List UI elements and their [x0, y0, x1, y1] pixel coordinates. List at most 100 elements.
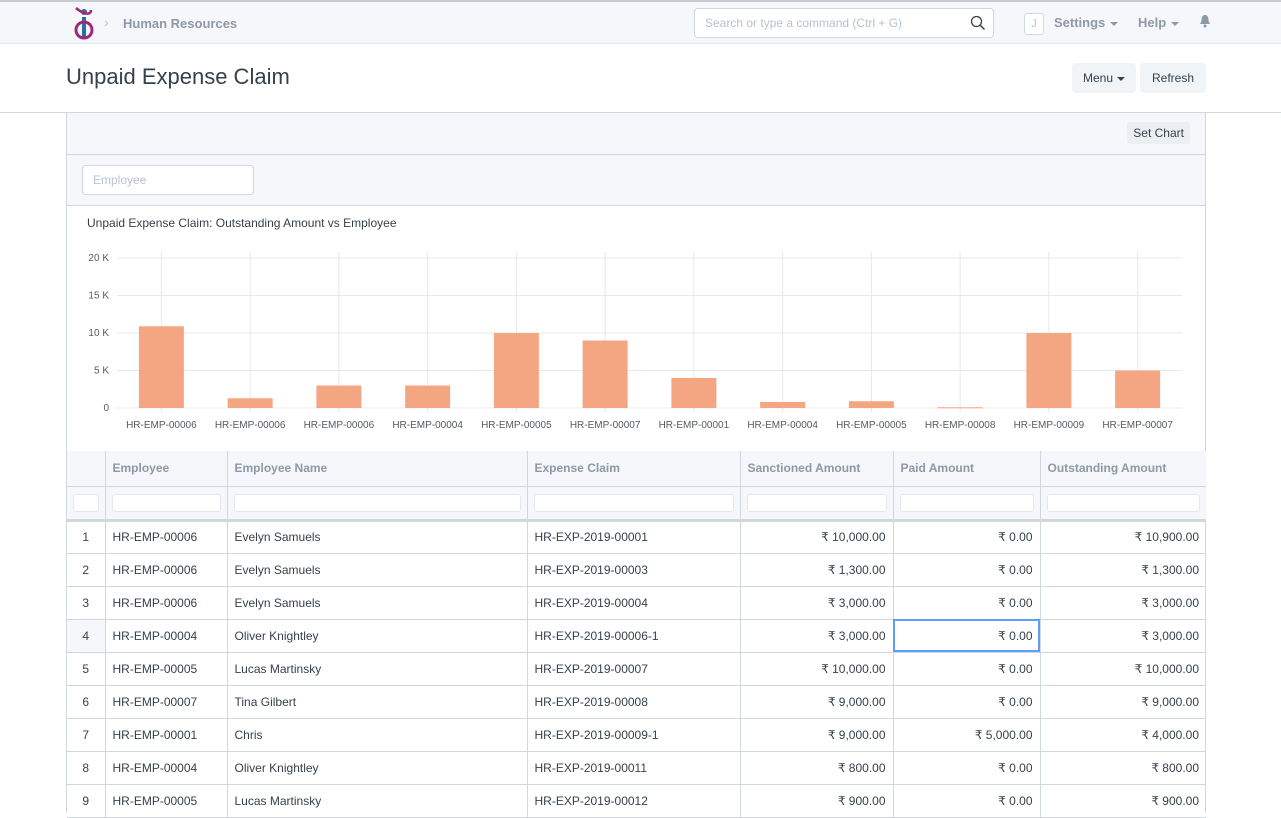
employee-name-cell[interactable]: Tina Gilbert: [226, 684, 528, 719]
employee-cell[interactable]: HR-EMP-00001: [104, 717, 228, 752]
search-input[interactable]: [695, 9, 955, 37]
table-row[interactable]: 7 HR-EMP-00001 Chris HR-EXP-2019-00009-1 ₹ 9…: [67, 717, 1206, 752]
filter-paid-amount-input[interactable]: [899, 493, 1034, 512]
filter-employee-name-input[interactable]: [233, 493, 521, 512]
outstanding-amount-cell[interactable]: ₹ 10,900.00: [1039, 519, 1206, 554]
expense-claim-cell[interactable]: HR-EXP-2019-00004: [526, 585, 741, 620]
paid-amount-cell[interactable]: ₹ 0.00: [892, 618, 1041, 653]
employee-name-cell[interactable]: Lucas Martinsky: [226, 651, 528, 686]
outstanding-amount-cell[interactable]: ₹ 9,000.00: [1039, 684, 1206, 719]
employee-name-cell[interactable]: Oliver Knightley: [226, 618, 528, 653]
paid-amount-cell[interactable]: ₹ 0.00: [892, 750, 1041, 785]
outstanding-amount-cell[interactable]: ₹ 10,000.00: [1039, 651, 1206, 686]
outstanding-amount-cell[interactable]: ₹ 900.00: [1039, 783, 1206, 818]
outstanding-amount-cell[interactable]: ₹ 1,300.00: [1039, 552, 1206, 587]
menu-button[interactable]: Menu: [1072, 63, 1136, 93]
employee-filter-input[interactable]: [82, 165, 254, 195]
outstanding-amount-cell[interactable]: ₹ 3,000.00: [1039, 585, 1206, 620]
employee-cell[interactable]: HR-EMP-00004: [104, 750, 228, 785]
table-row[interactable]: 2 HR-EMP-00006 Evelyn Samuels HR-EXP-2019-0…: [67, 552, 1206, 587]
row-index[interactable]: 7: [67, 717, 106, 752]
expense-claim-cell[interactable]: HR-EXP-2019-00006-1: [526, 618, 741, 653]
paid-amount-cell[interactable]: ₹ 0.00: [892, 684, 1041, 719]
employee-name-cell[interactable]: Evelyn Samuels: [226, 585, 528, 620]
sanctioned-amount-cell[interactable]: ₹ 10,000.00: [739, 651, 894, 686]
employee-cell[interactable]: HR-EMP-00006: [104, 552, 228, 587]
row-index[interactable]: 5: [67, 651, 106, 686]
help-dropdown[interactable]: Help: [1138, 15, 1180, 30]
employee-name-cell[interactable]: Evelyn Samuels: [226, 552, 528, 587]
paid-amount-cell[interactable]: ₹ 0.00: [892, 651, 1041, 686]
filter-employee-input[interactable]: [111, 493, 221, 512]
paid-amount-cell[interactable]: ₹ 0.00: [892, 585, 1041, 620]
employee-name-cell[interactable]: Chris: [226, 717, 528, 752]
search-box[interactable]: [694, 8, 994, 38]
expense-claim-cell[interactable]: HR-EXP-2019-00012: [526, 783, 741, 818]
sanctioned-amount-cell[interactable]: ₹ 900.00: [739, 783, 894, 818]
column-header-employee-name[interactable]: Employee Name: [226, 451, 528, 487]
sanctioned-amount-cell[interactable]: ₹ 1,300.00: [739, 552, 894, 587]
table-row[interactable]: 3 HR-EMP-00006 Evelyn Samuels HR-EXP-2019-0…: [67, 585, 1206, 620]
search-icon[interactable]: [970, 15, 986, 31]
employee-cell[interactable]: HR-EMP-00005: [104, 651, 228, 686]
employee-name-cell[interactable]: Oliver Knightley: [226, 750, 528, 785]
app-logo-icon[interactable]: [73, 6, 95, 40]
paid-amount-cell[interactable]: ₹ 5,000.00: [892, 717, 1041, 752]
expense-claim-cell[interactable]: HR-EXP-2019-00001: [526, 519, 741, 554]
row-index[interactable]: 2: [67, 552, 106, 587]
row-index[interactable]: 3: [67, 585, 106, 620]
refresh-button[interactable]: Refresh: [1140, 63, 1206, 93]
outstanding-amount-cell[interactable]: ₹ 3,000.00: [1039, 618, 1206, 653]
filter-sanctioned-amount-input[interactable]: [746, 493, 887, 512]
expense-claim-cell[interactable]: HR-EXP-2019-00009-1: [526, 717, 741, 752]
row-index[interactable]: 1: [67, 519, 106, 554]
column-header-outstanding-amount[interactable]: Outstanding Amount: [1039, 451, 1206, 487]
sanctioned-amount-cell[interactable]: ₹ 800.00: [739, 750, 894, 785]
employee-name-cell[interactable]: Evelyn Samuels: [226, 519, 528, 554]
table-row[interactable]: 8 HR-EMP-00004 Oliver Knightley HR-EXP-2019…: [67, 750, 1206, 785]
row-index[interactable]: 9: [67, 783, 106, 818]
column-header-expense-claim[interactable]: Expense Claim: [526, 451, 741, 487]
sanctioned-amount-cell[interactable]: ₹ 9,000.00: [739, 717, 894, 752]
employee-name-cell[interactable]: Lucas Martinsky: [226, 783, 528, 818]
table-row[interactable]: 9 HR-EMP-00005 Lucas Martinsky HR-EXP-2019-…: [67, 783, 1206, 818]
employee-cell[interactable]: HR-EMP-00005: [104, 783, 228, 818]
table-row[interactable]: 4 HR-EMP-00004 Oliver Knightley HR-EXP-2019…: [67, 618, 1206, 653]
table-row[interactable]: 5 HR-EMP-00005 Lucas Martinsky HR-EXP-2019-…: [67, 651, 1206, 686]
row-index[interactable]: 6: [67, 684, 106, 719]
expense-claim-cell[interactable]: HR-EXP-2019-00003: [526, 552, 741, 587]
column-header-sanctioned-amount[interactable]: Sanctioned Amount: [739, 451, 894, 487]
employee-cell[interactable]: HR-EMP-00006: [104, 585, 228, 620]
employee-cell[interactable]: HR-EMP-00004: [104, 618, 228, 653]
set-chart-button[interactable]: Set Chart: [1127, 122, 1190, 144]
filter-expense-claim-input[interactable]: [533, 493, 734, 512]
column-header-employee[interactable]: Employee: [104, 451, 228, 487]
table-row[interactable]: 6 HR-EMP-00007 Tina Gilbert HR-EXP-2019-000…: [67, 684, 1206, 719]
outstanding-amount-cell[interactable]: ₹ 4,000.00: [1039, 717, 1206, 752]
paid-amount-cell[interactable]: ₹ 0.00: [892, 519, 1041, 554]
filter-index-input[interactable]: [73, 493, 99, 512]
paid-amount-cell[interactable]: ₹ 0.00: [892, 552, 1041, 587]
sanctioned-amount-cell[interactable]: ₹ 10,000.00: [739, 519, 894, 554]
employee-cell[interactable]: HR-EMP-00007: [104, 684, 228, 719]
user-avatar[interactable]: J: [1024, 13, 1044, 35]
employee-cell[interactable]: HR-EMP-00006: [104, 519, 228, 554]
sanctioned-amount-cell[interactable]: ₹ 3,000.00: [739, 618, 894, 653]
expense-claim-cell[interactable]: HR-EXP-2019-00007: [526, 651, 741, 686]
row-index[interactable]: 8: [67, 750, 106, 785]
settings-dropdown[interactable]: Settings: [1054, 15, 1119, 30]
row-index[interactable]: 4: [67, 618, 106, 653]
sanctioned-amount-cell[interactable]: ₹ 9,000.00: [739, 684, 894, 719]
sanctioned-amount-cell[interactable]: ₹ 3,000.00: [739, 585, 894, 620]
y-tick-label: 5 K: [94, 366, 109, 377]
paid-amount-cell[interactable]: ₹ 0.00: [892, 783, 1041, 818]
notifications-bell-icon[interactable]: [1199, 14, 1211, 28]
table-row[interactable]: 1 HR-EMP-00006 Evelyn Samuels HR-EXP-2019-0…: [67, 519, 1206, 554]
filter-cell-sanctioned: [739, 485, 894, 522]
expense-claim-cell[interactable]: HR-EXP-2019-00011: [526, 750, 741, 785]
filter-outstanding-amount-input[interactable]: [1046, 493, 1200, 512]
breadcrumb-human-resources[interactable]: Human Resources: [123, 16, 237, 31]
column-header-paid-amount[interactable]: Paid Amount: [892, 451, 1041, 487]
outstanding-amount-cell[interactable]: ₹ 800.00: [1039, 750, 1206, 785]
expense-claim-cell[interactable]: HR-EXP-2019-00008: [526, 684, 741, 719]
